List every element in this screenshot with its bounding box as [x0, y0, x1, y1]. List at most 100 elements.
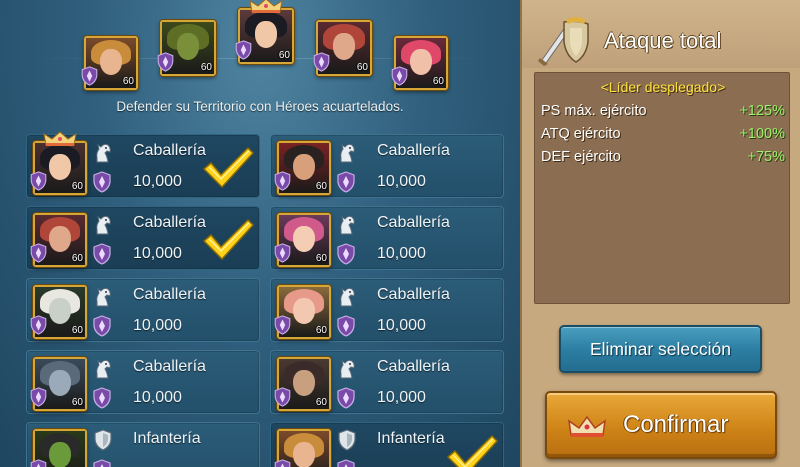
- checkmark-icon: [203, 219, 254, 260]
- hero-portrait: 60: [274, 357, 331, 411]
- cavalry-horse-icon: [340, 215, 355, 235]
- hero-card[interactable]: 60 Caballería 10,000: [26, 206, 260, 270]
- army-bonus-panel: Ataque total <Líder desplegado> PS máx. …: [520, 0, 800, 467]
- defense-shield-icon: [274, 171, 291, 191]
- clear-selection-button[interactable]: Eliminar selección: [559, 325, 762, 373]
- hero-level: 60: [315, 253, 327, 264]
- bonus-label: DEF ejército: [541, 149, 621, 165]
- panel-header: Ataque total: [522, 0, 800, 68]
- deployed-leader-portrait[interactable]: 60: [313, 20, 372, 76]
- hero-selection-pane: 60 60 60 60 60 Defender su Territorio con Hé…: [0, 0, 520, 467]
- defense-shield-icon: [337, 243, 355, 265]
- bonus-row: DEF ejército +75%: [541, 149, 785, 169]
- troop-amount: 10,000: [377, 389, 426, 406]
- defense-shield-icon: [235, 40, 252, 60]
- hero-portrait: 60: [274, 141, 331, 195]
- cavalry-horse-icon: [340, 143, 355, 163]
- leader-deployed-heading: <Líder desplegado>: [600, 79, 726, 95]
- cavalry-horse-icon: [96, 359, 111, 379]
- hero-level: 60: [432, 76, 444, 87]
- hero-card[interactable]: 60 Caballería 10,000: [270, 206, 504, 270]
- confirm-button[interactable]: Confirmar: [545, 391, 777, 459]
- hero-level: 60: [200, 62, 212, 73]
- troop-type-label: Caballería: [133, 286, 206, 303]
- hero-card[interactable]: 60 Caballería 10,000: [26, 350, 260, 414]
- defense-shield-icon: [93, 171, 111, 193]
- defense-shield-icon: [93, 387, 111, 409]
- troop-type-label: Caballería: [377, 358, 450, 375]
- troop-amount: 10,000: [133, 173, 182, 190]
- leader-bonus-box: <Líder desplegado> PS máx. ejército +125…: [534, 72, 790, 304]
- hero-level: 60: [278, 50, 290, 61]
- crown-icon: [249, 0, 283, 13]
- troop-type-label: Caballería: [133, 214, 206, 231]
- checkmark-icon: [447, 435, 498, 467]
- hero-level: 60: [71, 397, 83, 408]
- troop-amount: 10,000: [133, 245, 182, 262]
- hero-portrait: [274, 429, 331, 467]
- troop-amount: 10,000: [377, 317, 426, 334]
- hero-portrait: [30, 429, 87, 467]
- defense-shield-icon: [337, 315, 355, 337]
- troop-type-label: Caballería: [377, 214, 450, 231]
- hero-portrait: 60: [30, 131, 87, 195]
- defense-shield-icon: [274, 315, 291, 335]
- hero-card[interactable]: Infantería: [26, 422, 260, 467]
- hero-level: 60: [122, 76, 134, 87]
- hero-portrait: 60: [30, 285, 87, 339]
- bonus-label: ATQ ejército: [541, 126, 621, 142]
- hero-card[interactable]: 60 Caballería 10,000: [26, 278, 260, 342]
- hero-level: 60: [71, 181, 83, 192]
- troop-type-label: Infantería: [377, 430, 445, 447]
- defense-shield-icon: [30, 387, 47, 407]
- hero-level: 60: [315, 397, 327, 408]
- hero-level: 60: [315, 181, 327, 192]
- bonus-value: +75%: [747, 149, 786, 165]
- troop-type-label: Caballería: [377, 142, 450, 159]
- defense-shield-icon: [30, 243, 47, 263]
- deployed-leader-portrait[interactable]: 60: [391, 36, 448, 90]
- bonus-value: +125%: [739, 103, 785, 119]
- deployed-leaders-row: 60 60 60 60 60: [0, 0, 520, 95]
- cavalry-horse-icon: [340, 287, 355, 307]
- defense-shield-icon: [93, 243, 111, 265]
- defense-shield-icon: [391, 66, 408, 86]
- deployed-leader-portrait[interactable]: 60: [157, 20, 216, 76]
- defense-shield-icon: [274, 459, 291, 467]
- cavalry-horse-icon: [340, 359, 355, 379]
- troop-amount: 10,000: [377, 245, 426, 262]
- hero-card[interactable]: Infantería: [270, 422, 504, 467]
- defense-shield-icon: [30, 171, 47, 191]
- hero-level: 60: [356, 62, 368, 73]
- infantry-shield-icon: [338, 429, 356, 451]
- cavalry-horse-icon: [96, 215, 111, 235]
- hero-level: 60: [71, 253, 83, 264]
- deployed-leader-portrait[interactable]: 60: [81, 36, 138, 90]
- crown-icon: [43, 131, 77, 146]
- troop-type-label: Caballería: [133, 142, 206, 159]
- bonus-value: +100%: [739, 126, 785, 142]
- confirm-label: Confirmar: [623, 411, 729, 438]
- troop-type-label: Caballería: [377, 286, 450, 303]
- troop-amount: 10,000: [133, 389, 182, 406]
- hero-portrait: 60: [30, 213, 87, 267]
- hero-card[interactable]: 60 Caballería 10,000: [270, 134, 504, 198]
- hero-portrait: 60: [30, 357, 87, 411]
- defense-shield-icon: [274, 243, 291, 263]
- deployed-leader-portrait[interactable]: 60: [235, 0, 294, 64]
- crown-icon: [568, 415, 606, 437]
- defense-shield-icon: [93, 315, 111, 337]
- defense-shield-icon: [157, 52, 174, 72]
- hero-card[interactable]: 60 Caballería 10,000: [270, 350, 504, 414]
- cavalry-horse-icon: [96, 143, 111, 163]
- sword-shield-icon: [538, 17, 589, 66]
- troop-amount: 10,000: [133, 317, 182, 334]
- troop-amount: 10,000: [377, 173, 426, 190]
- bonus-row: ATQ ejército +100%: [541, 126, 785, 146]
- hero-card[interactable]: 60 Caballería 10,000: [270, 278, 504, 342]
- defense-shield-icon: [337, 459, 355, 467]
- defense-shield-icon: [93, 459, 111, 467]
- hero-card[interactable]: 60 Caballería 10,000: [26, 131, 260, 198]
- instruction-text: Defender su Territorio con Héroes acuart…: [116, 99, 404, 114]
- bonus-row: PS máx. ejército +125%: [541, 103, 785, 123]
